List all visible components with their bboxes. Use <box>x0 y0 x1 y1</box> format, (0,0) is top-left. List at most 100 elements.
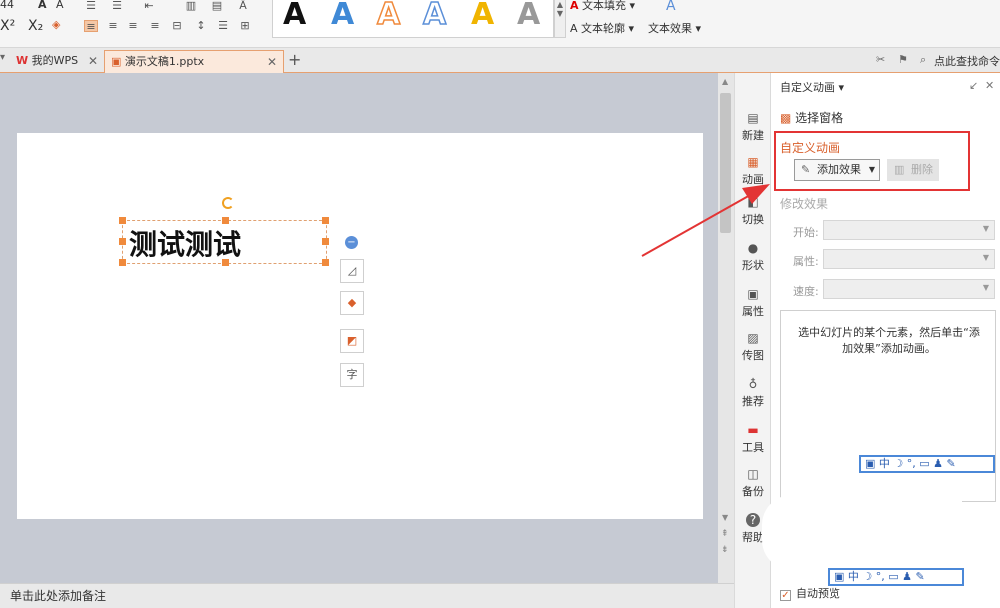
justify-icon[interactable]: ≡ <box>148 20 162 32</box>
auto-preview-label: 自动预览 <box>796 587 840 600</box>
add-effect-button[interactable]: ✎ 添加效果 ▼ <box>794 159 880 181</box>
clear-format-icon[interactable]: ◈ <box>52 18 60 31</box>
paragraph-spacing-icon[interactable]: ☰ <box>216 20 230 32</box>
strip-item-recommend[interactable]: ♁推荐 <box>735 373 771 417</box>
text-effect-label: 文本效果 <box>648 22 692 35</box>
close-icon[interactable]: ✕ <box>88 50 98 72</box>
outline-color-icon[interactable]: ◩ <box>340 329 364 353</box>
ime-logo-icon: ▣ <box>865 457 875 470</box>
strip-label: 工具 <box>735 439 771 455</box>
strip-item-image[interactable]: ▨传图 <box>735 327 771 371</box>
ime-logo-icon: ▣ <box>834 570 844 583</box>
strip-item-animation[interactable]: ▦动画 <box>735 151 771 195</box>
close-icon[interactable]: ✕ <box>267 51 277 73</box>
text-box-icon[interactable]: Ā <box>236 0 250 12</box>
resize-handle[interactable] <box>119 238 126 245</box>
line-spacing-icon[interactable]: ↕ <box>194 20 208 32</box>
resize-handle[interactable] <box>322 259 329 266</box>
tab-document[interactable]: ▣ 演示文稿1.pptx ✕ <box>104 50 284 73</box>
strip-item-new[interactable]: ▤新建 <box>735 107 771 151</box>
wordart-style-blue[interactable]: A <box>331 0 354 30</box>
align-center-icon[interactable]: ≡ <box>106 20 120 32</box>
text-effect-button[interactable]: 文本效果 ▾ <box>648 20 701 36</box>
wordart-style-gray[interactable]: A <box>517 0 540 30</box>
scroll-thumb[interactable] <box>720 93 731 233</box>
property-select[interactable] <box>823 249 995 269</box>
start-select[interactable] <box>823 220 995 240</box>
collapse-toolbar-icon[interactable]: − <box>345 236 358 249</box>
toolbox-icon: ▬ <box>746 423 760 437</box>
resize-handle[interactable] <box>322 238 329 245</box>
rotate-handle-icon[interactable] <box>222 197 234 209</box>
selection-pane-icon: ▩ <box>780 111 791 125</box>
select-pane-button[interactable]: ▩ 选择窗格 <box>780 109 843 126</box>
indent-icon[interactable]: ⇤ <box>142 0 156 12</box>
delete-button[interactable]: ▥ 删除 <box>887 159 939 181</box>
close-icon[interactable]: ✕ <box>985 79 994 92</box>
panel-title[interactable]: 自定义动画 ▾ <box>780 79 844 95</box>
dock-icon[interactable]: ↙ <box>969 79 978 92</box>
align-left-icon[interactable]: ≡ <box>84 20 98 32</box>
text-fill-label: 文本填充 <box>582 0 626 12</box>
feedback-icon[interactable]: ⚑ <box>898 53 908 66</box>
tab-list-arrow-icon[interactable]: ▾ <box>0 52 5 63</box>
ime-toolbar[interactable]: ▣ 中 ☽ °, ▭ ♟ ✎ <box>828 568 964 586</box>
superscript-icon[interactable]: X² <box>0 18 15 34</box>
subscript-icon[interactable]: X₂ <box>28 18 43 34</box>
strip-item-property[interactable]: ▣属性 <box>735 283 771 327</box>
strip-label: 属性 <box>735 303 771 319</box>
vertical-scrollbar[interactable]: ▲ ▼ ⇞ ⇟ <box>718 73 734 583</box>
title-text-box[interactable]: 测试测试 <box>122 220 327 264</box>
ime-toolbar[interactable]: ▣ 中 ☽ °, ▭ ♟ ✎ <box>859 455 995 473</box>
resize-handle[interactable] <box>119 217 126 224</box>
prev-slide-icon[interactable]: ⇞ <box>721 529 729 539</box>
resize-handle[interactable] <box>222 259 229 266</box>
pencil-icon: ✎ <box>801 160 810 180</box>
tab-my-wps[interactable]: W 我的WPS ✕ <box>8 50 104 73</box>
strip-item-transition[interactable]: ◧切换 <box>735 191 771 235</box>
resize-handle[interactable] <box>222 217 229 224</box>
scroll-down-icon[interactable]: ▼ <box>722 513 728 522</box>
resize-handle[interactable] <box>119 259 126 266</box>
strip-item-shape[interactable]: ●形状 <box>735 237 771 281</box>
bullet-list-icon[interactable]: ☰ <box>84 0 98 12</box>
next-slide-icon[interactable]: ⇟ <box>721 545 729 555</box>
speed-select[interactable] <box>823 279 995 299</box>
columns-icon[interactable]: ▥ <box>184 0 198 12</box>
animation-list[interactable]: 选中幻灯片的某个元素，然后单击“添加效果”添加动画。 <box>780 310 996 502</box>
gallery-scroll-button[interactable]: ▲▼ <box>554 0 566 38</box>
notes-pane[interactable]: 单击此处添加备注 <box>0 583 734 608</box>
wordart-style-black[interactable]: A <box>283 0 306 30</box>
strip-label: 形状 <box>735 257 771 273</box>
command-search-input[interactable]: 点此查找命令 <box>934 53 1000 69</box>
auto-preview-checkbox[interactable]: ✓自动预览 <box>780 585 840 601</box>
skin-icon[interactable]: ✂ <box>876 53 885 66</box>
font-size-value[interactable]: 44 <box>0 0 14 11</box>
property-label: 属性: <box>793 253 819 269</box>
fill-color-icon[interactable]: ◆ <box>340 291 364 315</box>
resize-handle[interactable] <box>322 217 329 224</box>
distribute-icon[interactable]: ⊟ <box>170 20 184 32</box>
slide-title-text[interactable]: 测试测试 <box>129 223 241 263</box>
scroll-up-icon[interactable]: ▲ <box>722 77 728 86</box>
text-direction-icon[interactable]: ▤ <box>210 0 224 12</box>
strip-item-tools[interactable]: ▬ 工具 <box>735 419 771 463</box>
text-outline-button[interactable]: A 文本轮廓 ▾ <box>570 20 634 36</box>
number-list-icon[interactable]: ☰ <box>110 0 124 12</box>
wordart-style-blue-outline[interactable]: A <box>423 0 446 30</box>
align-text-icon[interactable]: ⊞ <box>238 20 252 32</box>
new-tab-button[interactable]: + <box>288 50 301 69</box>
strip-item-backup[interactable]: ◫备份 <box>735 463 771 507</box>
shape-style-icon[interactable]: ◿ <box>340 259 364 283</box>
wordart-style-gold[interactable]: A <box>471 0 494 30</box>
align-right-icon[interactable]: ≡ <box>126 20 140 32</box>
wordart-style-orange-outline[interactable]: A <box>377 0 400 30</box>
shrink-font-icon[interactable]: A <box>56 0 64 11</box>
tab-document-label: 演示文稿1.pptx <box>125 55 204 68</box>
text-fill-button[interactable]: A 文本填充 ▾ <box>570 0 635 13</box>
text-format-icon[interactable]: 字 <box>340 363 364 387</box>
slide-canvas[interactable]: 测试测试 − ◿ ◆ ◩ 字 <box>17 133 703 519</box>
strip-label: 动画 <box>735 171 771 187</box>
grow-font-icon[interactable]: A <box>38 0 47 11</box>
new-doc-icon: ▤ <box>746 111 760 125</box>
